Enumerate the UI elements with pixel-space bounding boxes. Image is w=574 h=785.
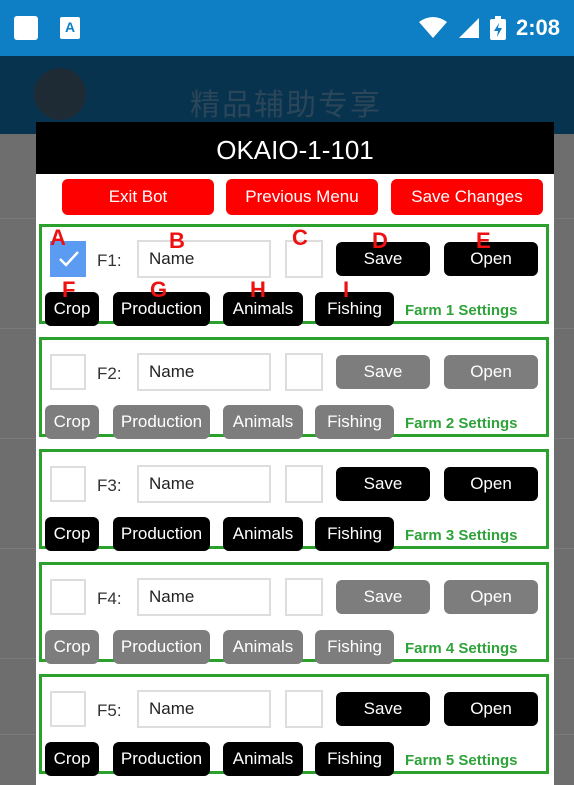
clock: 2:08	[515, 15, 560, 40]
previous-menu-button[interactable]: Previous Menu	[226, 179, 378, 215]
marker-i: I	[343, 277, 350, 302]
marker-h: H	[250, 277, 266, 302]
farm-open-button[interactable]: Open	[444, 242, 538, 276]
signal-icon	[458, 18, 479, 38]
farm-name-input[interactable]: Name	[137, 465, 271, 503]
crop-button[interactable]: Crop	[45, 630, 99, 664]
farm-row: F2: Name Save Open Crop Production Animals Fish…	[39, 337, 549, 439]
farm-enable-checkbox[interactable]	[50, 691, 86, 727]
farm-name-input[interactable]: Name	[137, 578, 271, 616]
marker-b: B	[169, 228, 185, 253]
farm-label: F5:	[97, 701, 122, 720]
farm-name-input[interactable]: Name	[137, 353, 271, 391]
marker-a: A	[50, 225, 66, 250]
fishing-button[interactable]: Fishing	[315, 292, 394, 326]
farm-open-button[interactable]: Open	[444, 467, 538, 501]
save-changes-button[interactable]: Save Changes	[391, 179, 543, 215]
crop-button[interactable]: Crop	[45, 517, 99, 551]
farm-save-button[interactable]: Save	[336, 467, 430, 501]
farm-row: F4: Name Save Open Crop Production Animals Fish…	[39, 562, 549, 664]
farm-open-button[interactable]: Open	[444, 580, 538, 614]
farm-label: F4:	[97, 589, 122, 608]
marker-g: G	[150, 277, 168, 302]
a-notification-icon: A	[60, 17, 80, 39]
production-button[interactable]: Production	[113, 517, 210, 551]
animals-button[interactable]: Animals	[223, 405, 303, 439]
farm-enable-checkbox[interactable]	[50, 579, 86, 615]
marker-d: D	[372, 228, 388, 253]
farm-label: F2:	[97, 364, 122, 383]
battery-charging-icon	[489, 16, 506, 40]
fishing-button[interactable]: Fishing	[315, 742, 394, 776]
farm-settings-dialog: OKAIO-1-101 Exit Bot Previous Menu Save …	[36, 122, 554, 785]
fishing-button[interactable]: Fishing	[315, 405, 394, 439]
marker-e: E	[476, 228, 491, 253]
exit-bot-button[interactable]: Exit Bot	[62, 179, 214, 215]
crop-button[interactable]: Crop	[45, 405, 99, 439]
fishing-button[interactable]: Fishing	[315, 517, 394, 551]
animals-button[interactable]: Animals	[223, 630, 303, 664]
farm-save-button[interactable]: Save	[336, 692, 430, 726]
marker-f: F	[62, 277, 76, 302]
farm-number-input[interactable]	[285, 465, 323, 503]
production-button[interactable]: Production	[113, 630, 210, 664]
farm-settings-label: Farm 3 Settings	[405, 527, 518, 544]
wifi-icon	[418, 17, 447, 38]
farm-row: F5: Name Save Open Crop Production Animals Fish…	[39, 674, 549, 776]
notification-square-icon	[14, 16, 38, 40]
farm-settings-label: Farm 1 Settings	[405, 302, 518, 319]
farm-label: F1:	[97, 251, 122, 270]
farm-enable-checkbox[interactable]	[50, 354, 86, 390]
farm-label: F3:	[97, 476, 122, 495]
app-title: 精品辅助专享	[190, 89, 382, 122]
checkmark-icon	[59, 251, 79, 267]
production-button[interactable]: Production	[113, 742, 210, 776]
animals-button[interactable]: Animals	[223, 517, 303, 551]
farm-open-button[interactable]: Open	[444, 355, 538, 389]
farm-settings-label: Farm 5 Settings	[405, 752, 518, 769]
farm-settings-label: Farm 2 Settings	[405, 415, 518, 432]
farm-save-button[interactable]: Save	[336, 355, 430, 389]
animals-button[interactable]: Animals	[223, 742, 303, 776]
farm-number-input[interactable]	[285, 353, 323, 391]
status-bar: A 2:08	[0, 0, 574, 56]
farm-name-input[interactable]: Name	[137, 690, 271, 728]
farm-row: F3: Name Save Open Crop Production Animals Fish…	[39, 449, 549, 551]
dialog-title: OKAIO-1-101	[36, 122, 554, 174]
fishing-button[interactable]: Fishing	[315, 630, 394, 664]
production-button[interactable]: Production	[113, 405, 210, 439]
farm-name-input[interactable]: Name	[137, 240, 271, 278]
farm-open-button[interactable]: Open	[444, 692, 538, 726]
app-logo-icon	[34, 68, 86, 120]
farm-save-button[interactable]: Save	[336, 580, 430, 614]
marker-c: C	[292, 225, 308, 250]
farm-enable-checkbox[interactable]	[50, 466, 86, 502]
farm-number-input[interactable]	[285, 578, 323, 616]
farm-number-input[interactable]	[285, 690, 323, 728]
crop-button[interactable]: Crop	[45, 742, 99, 776]
farm-settings-label: Farm 4 Settings	[405, 640, 518, 657]
